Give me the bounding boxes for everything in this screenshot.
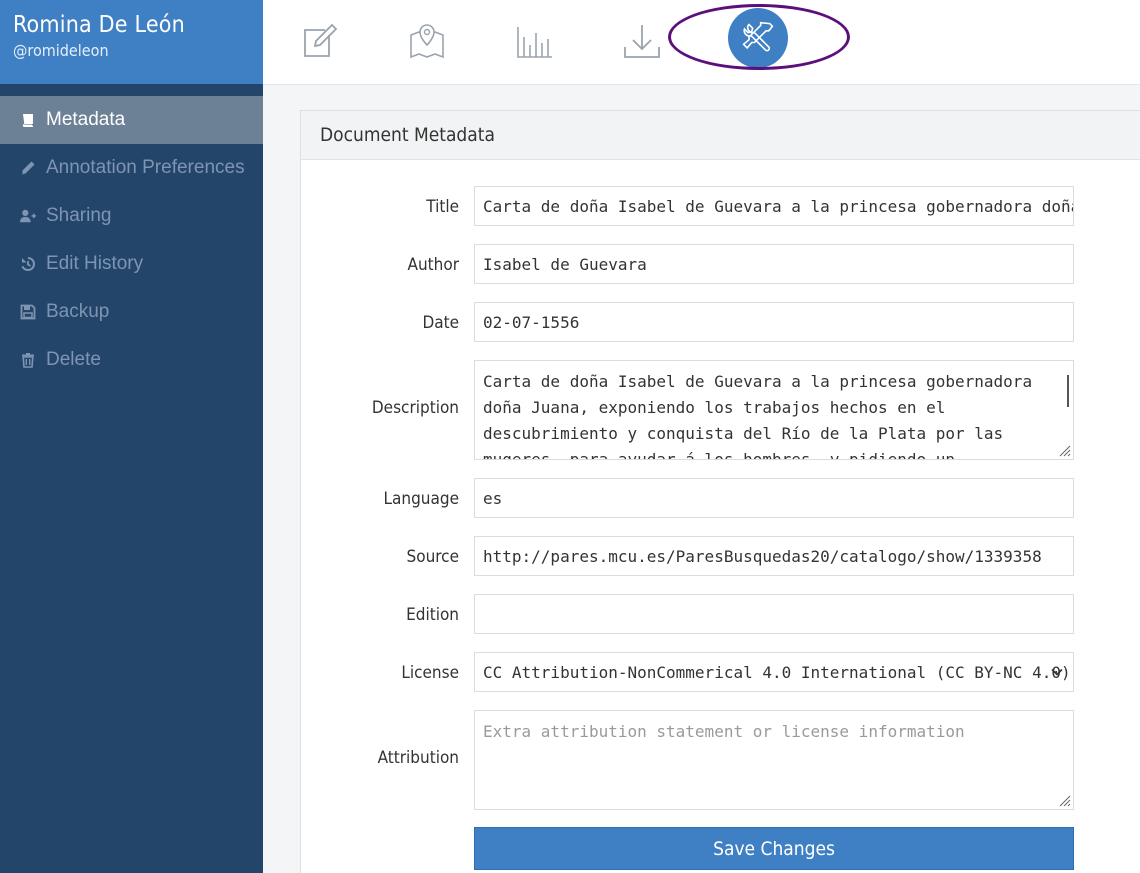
download-tool-button[interactable] [617,17,665,65]
license-label: License [401,663,459,683]
sidebar-item-annotation-preferences[interactable]: Annotation Preferences [0,144,263,192]
floppy-disk-icon [18,303,38,321]
license-select[interactable]: CC Attribution-NonCommerical 4.0 Interna… [474,652,1074,692]
sidebar-item-sharing[interactable]: Sharing [0,192,263,240]
trash-icon [18,351,38,369]
language-input[interactable]: es [474,478,1074,518]
attribution-textarea[interactable]: Extra attribution statement or license i… [474,710,1074,810]
title-label: Title [426,197,459,217]
save-button[interactable]: Save Changes [474,827,1074,870]
resize-handle-icon[interactable] [1057,793,1071,807]
book-icon [18,111,38,129]
author-label: Author [407,255,459,275]
sidebar-item-backup[interactable]: Backup [0,288,263,336]
edition-label: Edition [406,605,459,625]
edit-icon [304,23,338,57]
sidebar-item-metadata[interactable]: Metadata [0,96,263,144]
source-input[interactable]: http://pares.mcu.es/ParesBusquedas20/cat… [474,536,1074,576]
user-handle: @romideleon [13,41,109,60]
sidebar-item-delete[interactable]: Delete [0,336,263,384]
chevron-down-icon [1051,668,1063,676]
sidebar-item-label: Backup [46,301,110,322]
sidebar-nav: Metadata Annotation Preferences Sharing … [0,96,263,384]
user-block: Romina De León @romideleon [0,0,263,84]
description-text: Carta de doña Isabel de Guevara a la pri… [483,372,1033,460]
tools-tool-button[interactable] [728,8,788,68]
sidebar-item-edit-history[interactable]: Edit History [0,240,263,288]
top-toolbar [263,0,1140,85]
bar-chart-icon [517,27,552,58]
sidebar-item-label: Metadata [46,109,126,130]
user-name: Romina De León [13,12,185,38]
license-selected-value: CC Attribution-NonCommerical 4.0 Interna… [483,662,1071,682]
edition-input[interactable] [474,594,1074,634]
map-icon [410,24,444,59]
source-label: Source [406,547,460,567]
map-tool-button[interactable] [403,17,451,65]
metadata-panel: Document Metadata Title Carta de doña Is… [300,110,1140,873]
download-icon [624,25,660,58]
sidebar-item-label: Edit History [46,253,144,274]
user-plus-icon [18,207,38,225]
sidebar-item-label: Annotation Preferences [46,157,245,178]
sidebar-item-label: Delete [46,349,101,370]
description-textarea[interactable]: Carta de doña Isabel de Guevara a la pri… [474,360,1074,460]
author-input[interactable]: Isabel de Guevara [474,244,1074,284]
edit-tool-button[interactable] [295,17,343,65]
panel-title: Document Metadata [301,111,1140,160]
chart-tool-button[interactable] [510,17,558,65]
sidebar-item-label: Sharing [46,205,112,226]
resize-handle-icon[interactable] [1057,443,1071,457]
description-label: Description [371,398,459,418]
title-input[interactable]: Carta de doña Isabel de Guevara a la pri… [474,186,1074,226]
attribution-label: Attribution [377,748,459,768]
date-input[interactable]: 02-07-1556 [474,302,1074,342]
date-label: Date [422,313,459,333]
language-label: Language [383,489,460,509]
textarea-scrollbar[interactable] [1067,375,1069,407]
pencil-icon [18,159,38,177]
history-icon [18,255,38,273]
sidebar: Romina De León @romideleon Metadata Anno… [0,0,263,873]
attribution-placeholder: Extra attribution statement or license i… [483,722,965,741]
tools-icon [742,21,774,52]
